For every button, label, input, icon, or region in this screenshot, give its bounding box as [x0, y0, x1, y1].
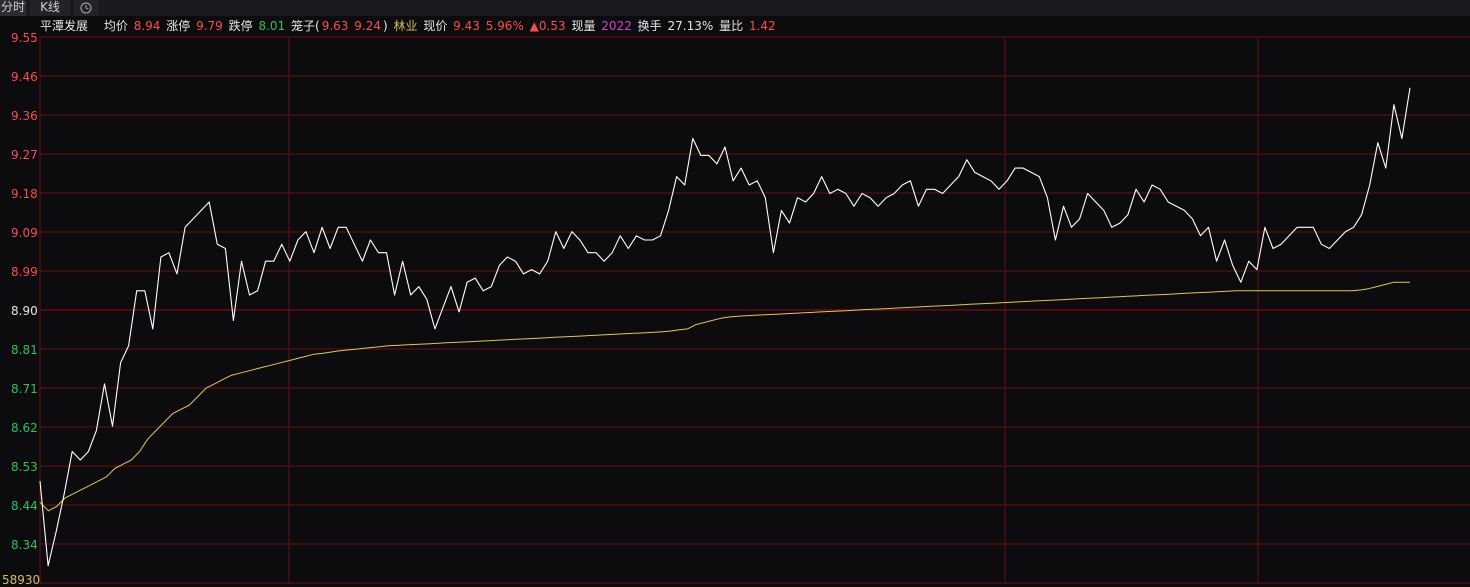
y-tick-label: 8.81 — [11, 343, 38, 357]
y-tick-label: 9.18 — [11, 187, 38, 201]
y-tick-label: 8.34 — [11, 538, 38, 552]
intraday-chart[interactable]: 9.55 9.46 9.36 9.27 9.18 9.09 8.99 8.90 8.81 8.71… — [0, 0, 1470, 587]
y-tick-label: 8.53 — [11, 460, 38, 474]
y-tick-label: 9.46 — [11, 70, 38, 84]
y-tick-label: 8.99 — [11, 265, 38, 279]
y-axis: 9.55 9.46 9.36 9.27 9.18 9.09 8.99 8.90 8.81 8.71… — [11, 31, 38, 552]
y-tick-label: 8.62 — [11, 421, 38, 435]
y-tick-label: 9.09 — [11, 226, 38, 240]
y-tick-label: 8.71 — [11, 382, 38, 396]
y-tick-label: 9.36 — [11, 109, 38, 123]
y-tick-label: 9.55 — [11, 31, 38, 45]
chart-grid — [39, 36, 1470, 584]
volume-axis-label: 58930 — [2, 573, 40, 587]
price-line — [39, 87, 1411, 567]
y-tick-label: 8.90 — [11, 304, 38, 318]
y-tick-label: 8.44 — [11, 499, 38, 513]
chart-lines — [39, 87, 1411, 567]
y-tick-label: 9.27 — [11, 148, 38, 162]
avg-price-line — [39, 281, 1410, 512]
